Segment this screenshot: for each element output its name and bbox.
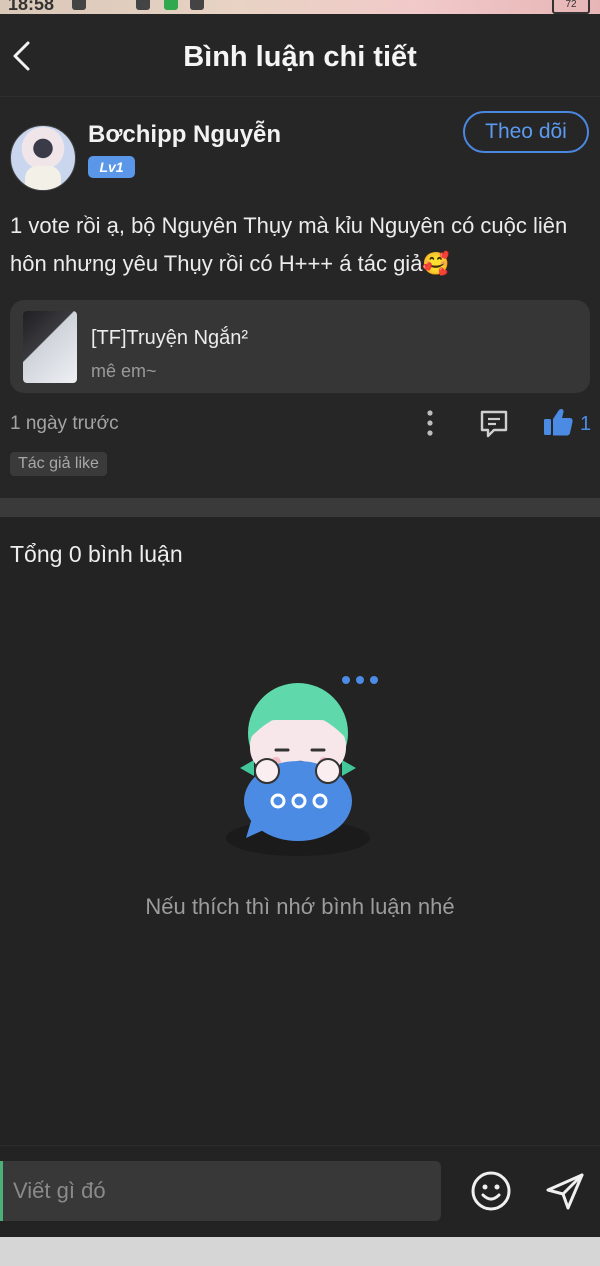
battery-indicator: 72 xyxy=(552,0,590,14)
like-count: 1 xyxy=(580,413,592,435)
system-navigation-bar xyxy=(0,1237,600,1266)
app-icon xyxy=(190,0,204,10)
author-name[interactable]: Bơchipp Nguyễn xyxy=(88,121,281,149)
empty-state-illustration xyxy=(226,676,378,856)
comment-timestamp: 1 ngày trước xyxy=(10,413,119,434)
more-button[interactable] xyxy=(420,409,440,437)
thumbs-up-icon xyxy=(544,408,573,436)
comment-input-bar xyxy=(0,1145,600,1238)
book-subtitle: mê em~ xyxy=(91,361,157,381)
follow-button[interactable]: Theo dõi xyxy=(463,111,589,153)
page-title: Bình luận chi tiết xyxy=(183,41,417,73)
empty-state-message: Nếu thích thì nhớ bình luận nhé xyxy=(145,894,455,919)
section-divider xyxy=(0,498,600,517)
status-bar: 18:58 72 xyxy=(0,0,600,14)
send-button[interactable] xyxy=(544,1170,586,1212)
comment-input[interactable] xyxy=(0,1161,441,1221)
book-link[interactable]: [TF]Truyện Ngắn² mê em~ xyxy=(10,300,590,393)
more-vertical-icon xyxy=(427,410,433,436)
book-title: [TF]Truyện Ngắn² xyxy=(91,327,249,349)
comment-icon xyxy=(480,410,508,438)
smiley-icon xyxy=(471,1171,511,1211)
comment-text: 1 vote rồi ạ, bộ Nguyên Thụy mà kỉu Nguy… xyxy=(10,213,568,276)
emoji-button[interactable] xyxy=(470,1170,512,1212)
avatar[interactable] xyxy=(10,125,76,191)
replies-count: Tổng 0 bình luận xyxy=(10,541,183,567)
app-icon xyxy=(136,0,150,10)
send-icon xyxy=(546,1173,584,1210)
notification-icon xyxy=(72,0,86,10)
like-button[interactable]: 1 xyxy=(540,407,594,439)
top-bar: Bình luận chi tiết xyxy=(0,14,600,97)
comment-card: Bơchipp Nguyễn Lv1 Theo dõi 1 vote rồi ạ… xyxy=(0,97,600,498)
reply-button[interactable] xyxy=(478,409,510,439)
book-cover xyxy=(23,311,77,383)
author-liked-badge: Tác giả like xyxy=(10,452,107,476)
status-time: 18:58 xyxy=(8,0,55,14)
app-icon xyxy=(164,0,178,10)
level-badge: Lv1 xyxy=(88,156,135,178)
